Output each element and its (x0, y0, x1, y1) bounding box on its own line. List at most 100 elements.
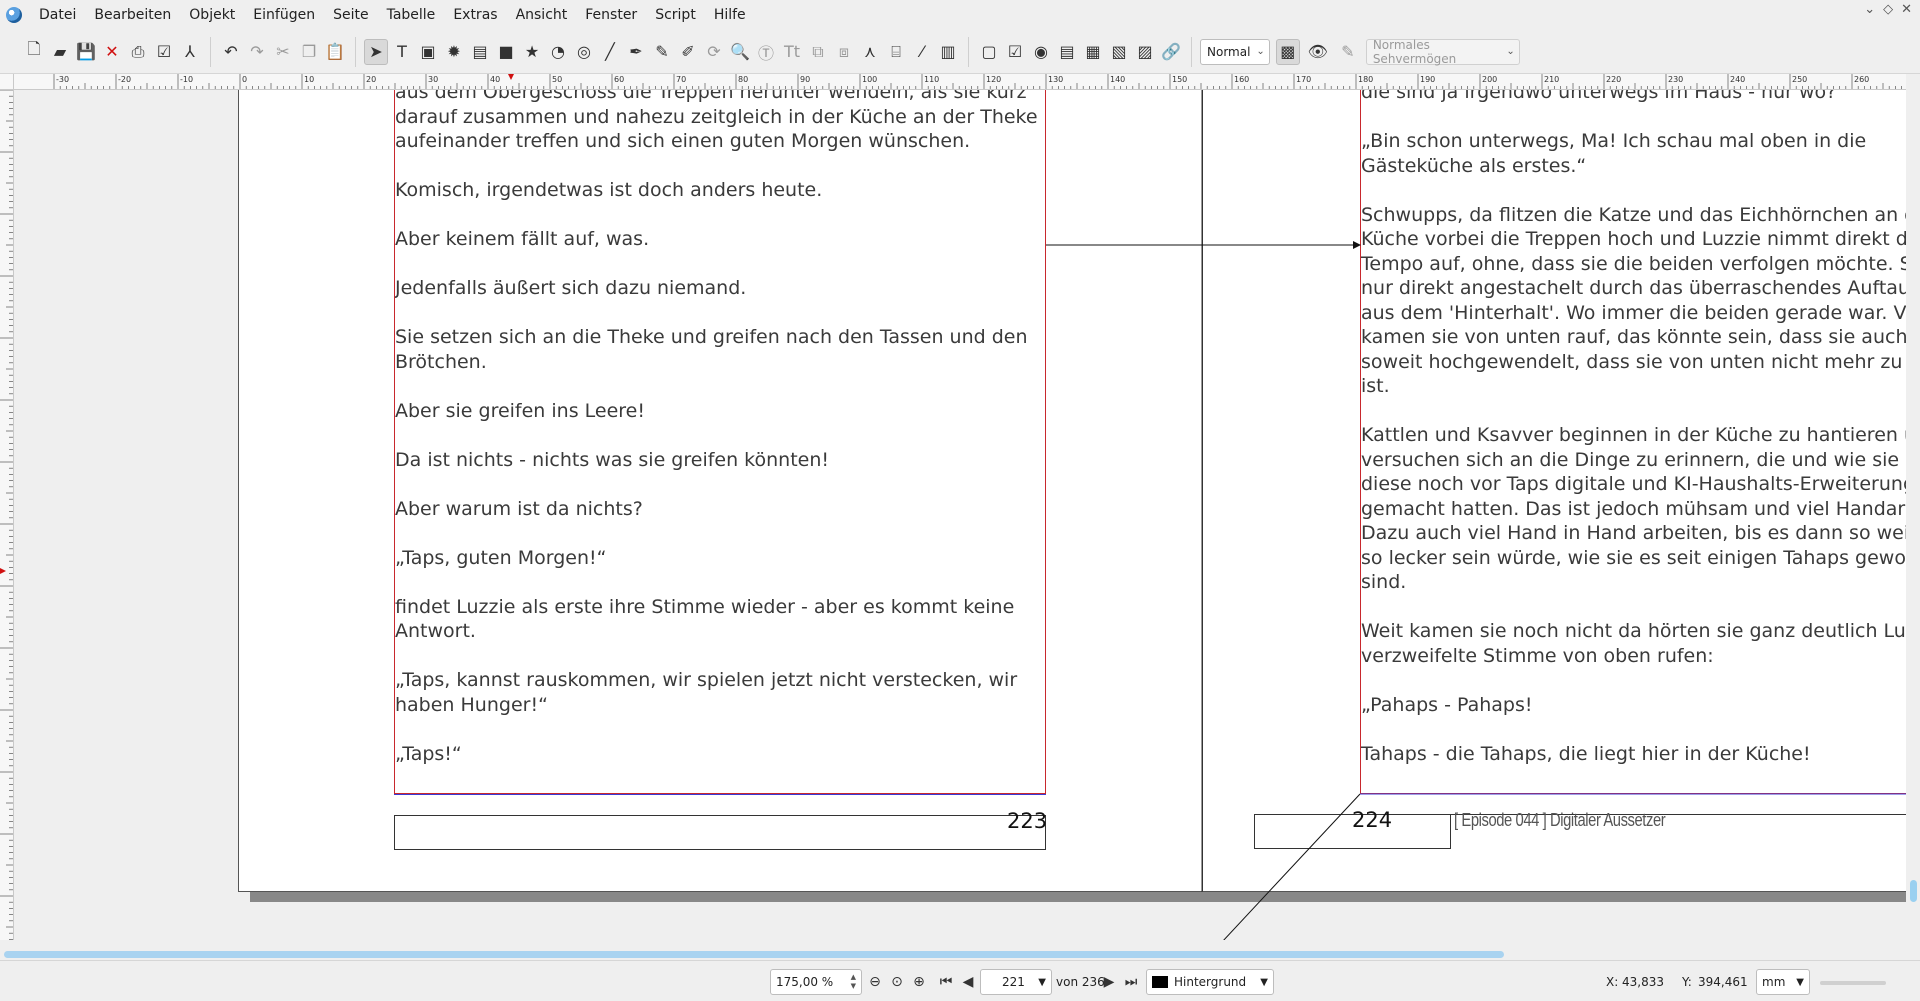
shape-icon[interactable]: ■ (494, 39, 518, 65)
link-frames-icon[interactable]: ⧉ (806, 39, 830, 65)
vision-value: Normales Sehvermögen (1372, 37, 1457, 66)
pdf-tools-icon[interactable]: ▥ (936, 39, 960, 65)
export-pdf-icon[interactable]: ⅄ (178, 39, 202, 65)
first-page-icon[interactable]: ⏮ (935, 970, 957, 994)
spiral-icon[interactable]: ◎ (572, 39, 596, 65)
chevron-down-icon[interactable]: ▼ (1260, 977, 1268, 988)
menu-tabelle[interactable]: Tabelle (378, 0, 445, 30)
table-icon[interactable]: ▤ (468, 39, 492, 65)
zoom-tool-icon[interactable]: 🔍 (728, 39, 752, 65)
menu-bearbeiten[interactable]: Bearbeiten (85, 0, 180, 30)
ruler-label: 240 (1730, 75, 1745, 84)
paste-icon[interactable]: 📋 (323, 39, 347, 65)
ruler-label: -20 (118, 75, 131, 84)
select-pointer-icon[interactable]: ➤ (364, 38, 388, 65)
zoom-reset-icon[interactable]: ⊙ (886, 970, 908, 994)
ruler-corner[interactable] (0, 74, 14, 90)
menu-objekt[interactable]: Objekt (180, 0, 244, 30)
copy-icon[interactable]: ❐ (297, 39, 321, 65)
pdf-link-icon[interactable]: 🔗 (1159, 39, 1183, 65)
undo-icon[interactable]: ↶ (219, 39, 243, 65)
y-coordinate-label: Y: (1682, 975, 1692, 989)
app-logo-icon (6, 7, 22, 23)
zoom-out-icon[interactable]: ⊖ (864, 970, 886, 994)
menu-extras[interactable]: Extras (444, 0, 506, 30)
redo-icon[interactable]: ↷ (245, 39, 269, 65)
document-canvas[interactable]: aus dem Obergeschoss die Treppen herunte… (14, 90, 1906, 940)
vertical-scrollbar[interactable] (1906, 74, 1920, 942)
pdf-checkbox-icon[interactable]: ☑ (1003, 39, 1027, 65)
render-frame-icon[interactable]: ✹ (442, 39, 466, 65)
ruler-label: 110 (924, 75, 939, 84)
pdf-combobox-icon[interactable]: ▦ (1081, 39, 1105, 65)
print-icon[interactable]: ⎙ (126, 39, 150, 65)
open-folder-icon[interactable]: ▰ (48, 39, 72, 65)
copy-properties-icon[interactable]: ⌸ (884, 39, 908, 65)
pdf-listbox-icon[interactable]: ▧ (1107, 39, 1131, 65)
ruler-label: 120 (986, 75, 1001, 84)
pdf-annotation-icon[interactable]: ▨ (1133, 39, 1157, 65)
edit-text-icon[interactable]: Ⓣ (754, 39, 778, 65)
close-window-icon[interactable]: ✕ (1901, 2, 1912, 17)
image-frame-icon[interactable]: ▣ (416, 39, 440, 65)
measure-icon[interactable]: ⋏ (858, 39, 882, 65)
pdf-radio-icon[interactable]: ◉ (1029, 39, 1053, 65)
ruler-label: 60 (614, 75, 624, 84)
ruler-label: 160 (1234, 75, 1249, 84)
preview-eye-icon[interactable]: 👁 (1306, 39, 1330, 65)
line-icon[interactable]: ╱ (598, 39, 622, 65)
zoom-field[interactable]: 175,00 % ▲ ▼ (770, 969, 862, 995)
zoom-spinner-icon[interactable]: ▲ ▼ (851, 973, 856, 991)
unit-selector[interactable]: mm ▼ (1756, 969, 1810, 995)
unlink-frames-icon[interactable]: ⧈ (832, 39, 856, 65)
vision-combo[interactable]: Normales Sehvermögen ⌄ (1365, 37, 1520, 66)
layer-selector[interactable]: Hintergrund ▼ (1146, 969, 1274, 995)
zoom-in-icon[interactable]: ⊕ (908, 970, 930, 994)
save-icon[interactable]: 💾 (74, 39, 98, 65)
arc-icon[interactable]: ◔ (546, 39, 570, 65)
x-coordinate-value: 43,833 (1622, 975, 1664, 989)
preview-color-icon[interactable]: ▩ (1275, 38, 1300, 65)
vertical-scroll-thumb[interactable] (1910, 880, 1917, 902)
minimize-icon[interactable]: ⌄ (1864, 2, 1875, 17)
ruler-label: 210 (1544, 75, 1559, 84)
bezier-icon[interactable]: ✒ (624, 39, 648, 65)
ruler-label: -10 (180, 75, 193, 84)
ruler-label: 30 (428, 75, 438, 84)
horizontal-scroll-thumb[interactable] (4, 951, 1504, 958)
ruler-label: 50 (552, 75, 562, 84)
zoom-slider[interactable] (1820, 981, 1886, 985)
calligraphy-icon[interactable]: ✐ (676, 39, 700, 65)
chevron-down-icon[interactable]: ▼ (1796, 977, 1804, 988)
rotate-icon[interactable]: ⟳ (702, 39, 726, 65)
horizontal-ruler[interactable]: -30 -20 -10 0 10 20 30 40 50 60 70 80 90 100 110 120 130… (14, 74, 1906, 90)
pdf-textfield-icon[interactable]: ▤ (1055, 39, 1079, 65)
new-document-icon[interactable]: 🗋 (22, 39, 46, 65)
menu-script[interactable]: Script (646, 0, 705, 30)
vertical-ruler[interactable] (0, 90, 14, 940)
text-frame-icon[interactable]: T (390, 39, 414, 65)
menu-seite[interactable]: Seite (324, 0, 378, 30)
current-page-field[interactable]: 221 ▼ (980, 969, 1052, 995)
cut-icon[interactable]: ✂ (271, 39, 295, 65)
eyedropper-icon[interactable]: ⁄ (910, 39, 934, 65)
unit-value: mm (1762, 975, 1786, 989)
menu-datei[interactable]: Datei (30, 0, 85, 30)
story-editor-icon[interactable]: Tt (780, 39, 804, 65)
maximize-icon[interactable]: ◇ (1883, 2, 1893, 17)
menu-ansicht[interactable]: Ansicht (507, 0, 577, 30)
previous-page-icon[interactable]: ◀ (957, 970, 979, 994)
polygon-star-icon[interactable]: ★ (520, 39, 544, 65)
next-page-icon[interactable]: ▶ (1098, 970, 1120, 994)
menu-einfuegen[interactable]: Einfügen (244, 0, 324, 30)
chevron-down-icon[interactable]: ▼ (1038, 977, 1046, 988)
view-mode-combo[interactable]: Normal ⌄ (1200, 38, 1270, 65)
close-document-icon[interactable]: ✕ (100, 39, 124, 65)
preflight-check-icon[interactable]: ☑ (152, 39, 176, 65)
menu-fenster[interactable]: Fenster (576, 0, 646, 30)
pdf-pushbutton-icon[interactable]: ▢ (977, 39, 1001, 65)
edit-mode-icon[interactable]: ✎ (1336, 39, 1360, 65)
menu-hilfe[interactable]: Hilfe (705, 0, 755, 30)
freehand-icon[interactable]: ✎ (650, 39, 674, 65)
last-page-icon[interactable]: ⏭ (1120, 970, 1142, 994)
